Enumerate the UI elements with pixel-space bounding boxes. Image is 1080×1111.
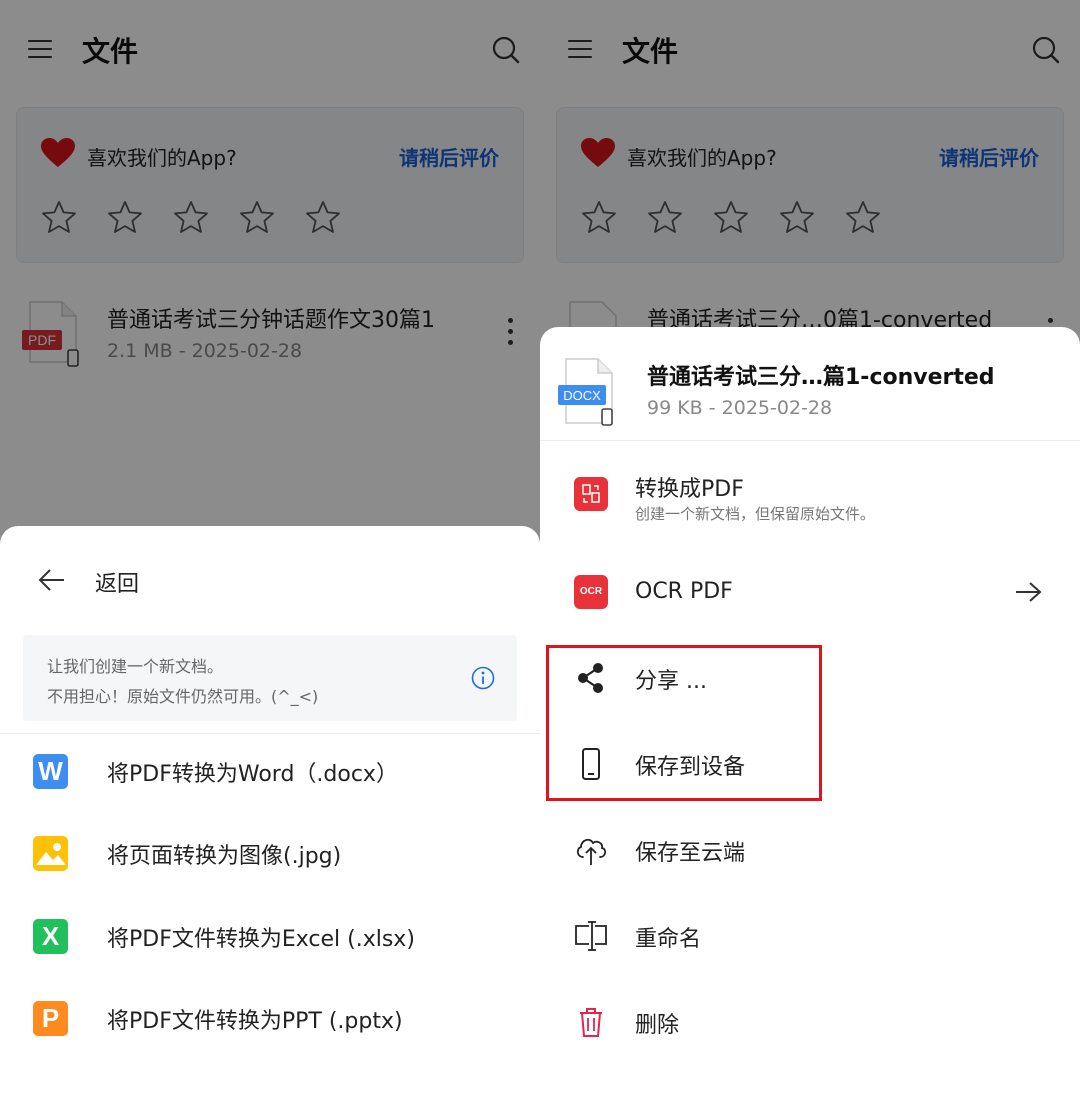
action-label: 保存至云端 [635, 841, 746, 866]
save-to-cloud-action[interactable]: 保存至云端 [540, 807, 1080, 893]
info-icon[interactable] [471, 666, 495, 690]
info-text-line1: 让我们创建一个新文档。 [47, 657, 224, 676]
image-icon [33, 836, 68, 871]
sheet-file-header: DOCX 普通话考试三分…篇1-converted 99 KB - 2025-0… [540, 327, 1080, 441]
info-box: 让我们创建一个新文档。 不用担心！原始文件仍然可用。(^_<) [23, 635, 517, 721]
action-label: 删除 [635, 1013, 680, 1038]
save-to-device-action[interactable]: 保存到设备 [540, 721, 1080, 807]
action-label: 分享 ... [635, 669, 707, 694]
sheet-file-name: 普通话考试三分…篇1-converted [647, 365, 995, 390]
back-button[interactable]: 返回 [0, 556, 540, 606]
rename-action[interactable]: 重命名 [540, 893, 1080, 979]
docx-file-icon: DOCX [558, 358, 613, 426]
word-icon: W [33, 754, 68, 789]
share-action[interactable]: 分享 ... [540, 635, 1080, 721]
arrow-left-icon [38, 569, 64, 591]
file-actions-bottom-sheet: DOCX 普通话考试三分…篇1-converted 99 KB - 2025-0… [540, 327, 1080, 1111]
action-label: OCR PDF [635, 579, 733, 604]
back-label: 返回 [95, 572, 140, 597]
convert-to-image[interactable]: 将页面转换为图像(.jpg) [0, 818, 540, 900]
share-icon [578, 663, 603, 693]
sheet-file-meta: 99 KB - 2025-02-28 [647, 397, 833, 419]
ocr-pdf-action[interactable]: OCR OCR PDF [540, 549, 1080, 635]
convert-label: 将PDF文件转换为PPT (.pptx) [107, 1009, 403, 1034]
right-screen: 文件 喜欢我们的App? 请稍后评价 普通话考试三分…0篇1-converted… [540, 0, 1080, 1111]
convert-to-pdf-action[interactable]: 转换成PDF 创建一个新文档，但保留原始文件。 [540, 451, 1080, 537]
phone-icon [582, 748, 600, 780]
convert-to-word[interactable]: W 将PDF转换为Word（.docx） [0, 736, 540, 818]
action-label: 转换成PDF [635, 477, 744, 502]
rename-icon [575, 921, 607, 951]
action-sublabel: 创建一个新文档，但保留原始文件。 [635, 505, 876, 523]
action-label: 重命名 [635, 927, 702, 952]
trash-icon [580, 1008, 602, 1037]
divider [0, 733, 540, 734]
arrow-right-icon [1016, 582, 1042, 602]
left-screen: 文件 喜欢我们的App? 请稍后评价 PDF 普通话考试三分钟话题作文30篇1 … [0, 0, 540, 1111]
svg-text:DOCX: DOCX [563, 388, 601, 403]
ppt-icon: P [33, 1001, 68, 1036]
excel-icon: X [33, 919, 68, 954]
convert-to-excel[interactable]: X 将PDF文件转换为Excel (.xlsx) [0, 901, 540, 983]
convert-bottom-sheet: 返回 让我们创建一个新文档。 不用担心！原始文件仍然可用。(^_<) W 将PD… [0, 526, 540, 1111]
info-text-line2: 不用担心！原始文件仍然可用。(^_<) [47, 687, 319, 706]
delete-action[interactable]: 删除 [540, 979, 1080, 1065]
convert-label: 将页面转换为图像(.jpg) [107, 844, 342, 869]
convert-pdf-icon [574, 477, 608, 511]
convert-label: 将PDF转换为Word（.docx） [107, 762, 398, 787]
action-label: 保存到设备 [635, 755, 746, 780]
ocr-icon: OCR [574, 575, 608, 609]
convert-to-ppt[interactable]: P 将PDF文件转换为PPT (.pptx) [0, 983, 540, 1065]
convert-label: 将PDF文件转换为Excel (.xlsx) [107, 927, 415, 952]
cloud-upload-icon [576, 838, 607, 865]
